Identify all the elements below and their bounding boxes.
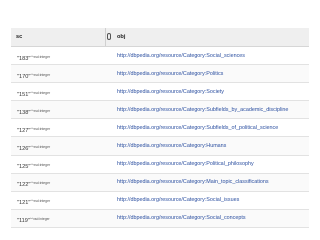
table-row: "151"^^xsd:integer http://dbpedia.org/re…: [11, 83, 309, 102]
table-body: "183"^^xsd:integer http://dbpedia.org/re…: [11, 47, 309, 228]
obj-link[interactable]: http://dbpedia.org/resource/Category:Pol…: [114, 161, 254, 167]
bracket-icon: [107, 33, 111, 40]
sc-cell: "119"^^xsd:integer: [11, 209, 114, 227]
sc-cell: "122"^^xsd:integer: [11, 173, 114, 191]
table-row: "119"^^xsd:integer http://dbpedia.org/re…: [11, 209, 309, 228]
sc-cell: "151"^^xsd:integer: [11, 83, 114, 101]
sc-datatype: ^^xsd:integer: [30, 199, 51, 204]
sc-cell: "126"^^xsd:integer: [11, 137, 114, 155]
obj-link[interactable]: http://dbpedia.org/resource/Category:Sub…: [114, 125, 278, 131]
column-divider[interactable]: [105, 28, 114, 46]
table-row: "122"^^xsd:integer http://dbpedia.org/re…: [11, 173, 309, 192]
sc-datatype: ^^xsd:integer: [30, 145, 51, 150]
obj-link[interactable]: http://dbpedia.org/resource/Category:Soc…: [114, 53, 245, 59]
sc-datatype: ^^xsd:integer: [30, 126, 51, 131]
obj-link[interactable]: http://dbpedia.org/resource/Category:Hum…: [114, 143, 226, 149]
sc-cell: "125"^^xsd:integer: [11, 155, 114, 173]
sc-cell: "127"^^xsd:integer: [11, 119, 114, 137]
sc-cell: "170"^^xsd:integer: [11, 65, 114, 83]
sc-datatype: ^^xsd:integer: [30, 54, 51, 59]
sc-literal: "170": [17, 73, 31, 80]
table-row: "125"^^xsd:integer http://dbpedia.org/re…: [11, 156, 309, 174]
sc-cell: "138"^^xsd:integer: [11, 101, 114, 119]
sc-literal: "138": [17, 109, 31, 116]
sc-literal: "151": [17, 91, 31, 98]
sc-literal: "183": [17, 55, 31, 62]
obj-link[interactable]: http://dbpedia.org/resource/Category:Sub…: [114, 107, 288, 113]
obj-link[interactable]: http://dbpedia.org/resource/Category:Pol…: [114, 71, 223, 77]
sc-datatype: ^^xsd:integer: [30, 108, 51, 113]
sc-datatype: ^^xsd:integer: [30, 90, 51, 95]
sc-cell: "183"^^xsd:integer: [11, 47, 114, 65]
sc-cell: "121"^^xsd:integer: [11, 191, 114, 209]
sc-literal: "122": [17, 182, 31, 189]
obj-link[interactable]: http://dbpedia.org/resource/Category:Soc…: [114, 197, 239, 203]
table-row: "183"^^xsd:integer http://dbpedia.org/re…: [11, 47, 309, 66]
table-row: "127"^^xsd:integer http://dbpedia.org/re…: [11, 119, 309, 138]
obj-link[interactable]: http://dbpedia.org/resource/Category:Soc…: [114, 89, 224, 95]
obj-link[interactable]: http://dbpedia.org/resource/Category:Mai…: [114, 179, 269, 185]
table-row: "126"^^xsd:integer http://dbpedia.org/re…: [11, 137, 309, 156]
sc-datatype: ^^xsd:integer: [29, 217, 50, 222]
sc-literal: "126": [17, 146, 31, 153]
sc-literal: "127": [17, 127, 31, 134]
obj-link[interactable]: http://dbpedia.org/resource/Category:Soc…: [114, 215, 246, 221]
sc-literal: "121": [17, 200, 31, 207]
sc-datatype: ^^xsd:integer: [30, 163, 51, 168]
table-row: "170"^^xsd:integer http://dbpedia.org/re…: [11, 65, 309, 84]
sc-literal: "125": [17, 164, 31, 171]
sc-literal: "119": [17, 218, 30, 225]
column-header-sc[interactable]: sc: [11, 34, 105, 40]
table-header: sc obj: [11, 28, 309, 47]
sc-datatype: ^^xsd:integer: [30, 72, 51, 77]
results-table: sc obj "183"^^xsd:integer http://dbpedia…: [11, 28, 309, 228]
column-header-obj[interactable]: obj: [114, 34, 125, 40]
table-row: "138"^^xsd:integer http://dbpedia.org/re…: [11, 101, 309, 120]
sc-datatype: ^^xsd:integer: [30, 181, 51, 186]
table-row: "121"^^xsd:integer http://dbpedia.org/re…: [11, 192, 309, 210]
